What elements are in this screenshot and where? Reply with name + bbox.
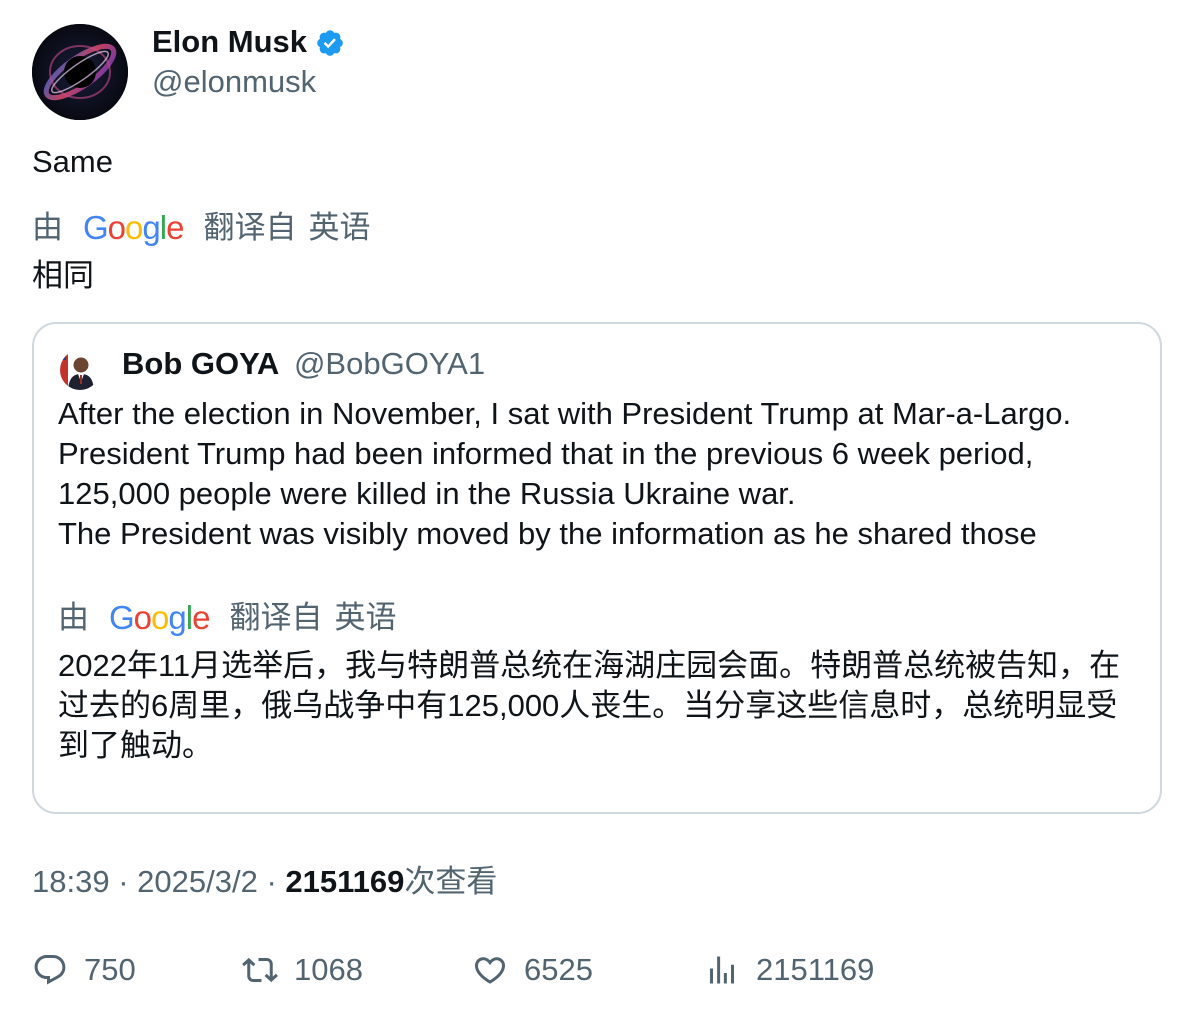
quote-text-line: 125,000 people were killed in the Russia… [58, 476, 796, 511]
translation-prefix: 由 [58, 600, 89, 635]
meta-separator: · [118, 864, 129, 899]
reply-icon [34, 955, 66, 985]
meta-separator: · [266, 864, 277, 899]
translation-suffix: 翻译自 [229, 600, 323, 635]
tweet-time[interactable]: 18:39 [32, 864, 110, 899]
author-name[interactable]: Elon Musk [152, 22, 345, 62]
heart-icon [474, 957, 506, 984]
retweet-count: 1068 [294, 952, 363, 987]
google-logo: Google [83, 209, 184, 246]
black-hole-avatar-icon [32, 24, 128, 120]
author-handle[interactable]: @elonmusk [152, 62, 316, 102]
verified-badge-icon[interactable] [315, 28, 345, 58]
view-count: 2151169 [285, 864, 405, 899]
person-avatar-icon [60, 350, 100, 390]
quote-author-name[interactable]: Bob GOYA [122, 346, 279, 381]
google-logo: Google [109, 599, 210, 636]
quote-header[interactable]: Bob GOYA @BobGOYA1 [122, 344, 485, 384]
quote-author-avatar[interactable] [60, 350, 100, 390]
quoted-tweet[interactable]: Bob GOYA @BobGOYA1 After the election in… [32, 322, 1162, 814]
quote-text-line: After the election in November, I sat wi… [58, 396, 1072, 431]
translation-language: 英语 [308, 210, 371, 245]
translation-prefix: 由 [32, 210, 63, 245]
author-avatar[interactable] [32, 24, 128, 120]
quote-text: After the election in November, I sat wi… [58, 394, 1148, 554]
analytics-bar-icon [710, 956, 734, 984]
translation-language: 英语 [334, 600, 397, 635]
reply-button[interactable]: 750 [32, 948, 136, 992]
tweet-text: Same [32, 144, 113, 179]
like-button[interactable]: 6525 [472, 948, 593, 992]
quote-author-handle[interactable]: @BobGOYA1 [294, 346, 485, 381]
tweet-date[interactable]: 2025/3/2 [137, 864, 258, 899]
translation-attribution: 由 Google 翻译自 英语 [32, 208, 370, 248]
reply-count: 750 [84, 952, 136, 987]
quote-translation-attribution: 由 Google 翻译自 英语 [58, 598, 396, 638]
quote-translated-text: 2022年11月选举后，我与特朗普总统在海湖庄园会面。特朗普总统被告知，在过去的… [58, 648, 1121, 763]
like-count: 6525 [524, 952, 593, 987]
views-count: 2151169 [756, 952, 875, 987]
quote-text-line: President Trump had been informed that i… [58, 436, 1034, 471]
translation-suffix: 翻译自 [203, 210, 297, 245]
view-count-suffix: 次查看 [404, 864, 498, 899]
retweet-icon [242, 957, 278, 983]
tweet-meta: 18:39 · 2025/3/2 · 2151169次查看 [32, 862, 497, 902]
action-bar: 750 1068 6525 2151169 [32, 948, 1162, 992]
tweet-translated-text: 相同 [32, 258, 94, 293]
views-button[interactable]: 2151169 [704, 948, 874, 992]
quote-text-line: The President was visibly moved by the i… [58, 516, 1037, 551]
author-name-text[interactable]: Elon Musk [152, 22, 307, 62]
retweet-button[interactable]: 1068 [242, 948, 363, 992]
